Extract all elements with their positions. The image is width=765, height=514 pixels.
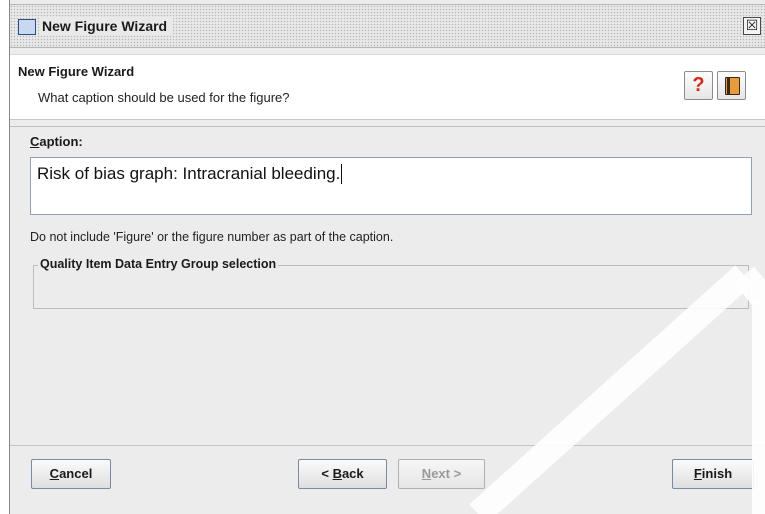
caption-label: Caption:	[30, 134, 83, 149]
cancel-button[interactable]: Cancel	[31, 459, 111, 489]
close-icon[interactable]: ☒	[743, 17, 761, 35]
question-mark-icon: ?	[692, 74, 705, 96]
window-icon	[18, 19, 36, 35]
header-title: New Figure Wizard	[18, 64, 135, 79]
title-bar[interactable]: New Figure Wizard ☒	[10, 4, 765, 48]
caption-input[interactable]: Risk of bias graph: Intracranial bleedin…	[30, 157, 752, 215]
handbook-button[interactable]	[717, 71, 746, 100]
caption-hint: Do not include 'Figure' or the figure nu…	[30, 230, 394, 244]
wizard-content: Caption: Risk of bias graph: Intracrania…	[10, 126, 765, 439]
wizard-header: New Figure Wizard What caption should be…	[10, 54, 765, 120]
caption-value: Risk of bias graph: Intracranial bleedin…	[37, 164, 341, 183]
button-bar: Cancel < Back Next > Finish	[10, 445, 765, 506]
back-button[interactable]: < Back	[298, 459, 387, 489]
wizard-window: New Figure Wizard ☒ New Figure Wizard Wh…	[10, 0, 765, 514]
header-subtitle: What caption should be used for the figu…	[38, 90, 290, 105]
group-box-title: Quality Item Data Entry Group selection	[38, 257, 279, 271]
window-title: New Figure Wizard	[40, 17, 174, 35]
next-button[interactable]: Next >	[398, 459, 485, 489]
help-button[interactable]: ?	[684, 71, 713, 100]
text-caret	[341, 164, 343, 184]
quality-item-group-box: Quality Item Data Entry Group selection	[33, 257, 749, 309]
book-icon	[725, 77, 740, 95]
finish-button[interactable]: Finish	[672, 459, 754, 489]
